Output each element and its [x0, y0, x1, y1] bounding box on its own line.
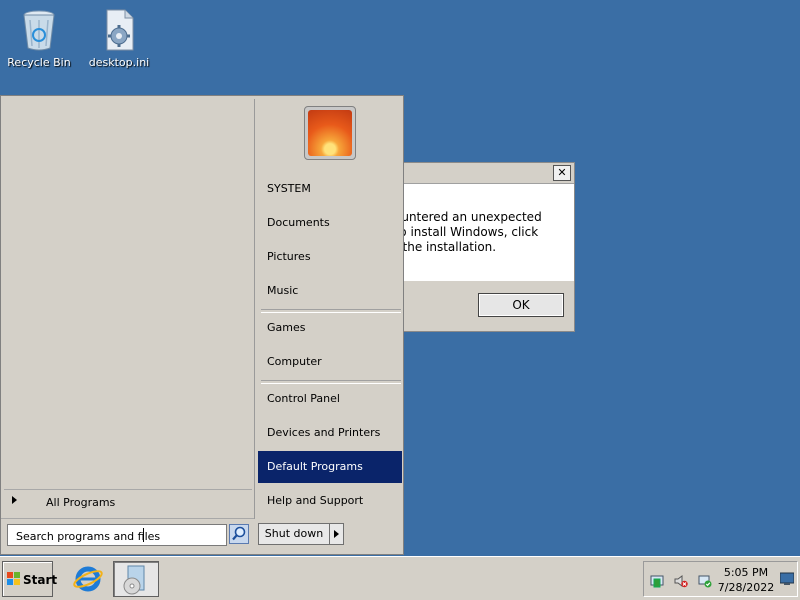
desktop-icon-label: desktop.ini — [88, 56, 150, 69]
chevron-right-icon — [12, 496, 17, 504]
flower-avatar-icon — [308, 110, 352, 156]
i-beam-cursor-icon — [143, 528, 144, 542]
shutdown-button[interactable]: Shut down — [258, 523, 330, 545]
chevron-right-icon — [334, 530, 339, 538]
dialog-message-line: To install Windows, click — [396, 225, 539, 239]
settings-file-icon — [99, 8, 139, 52]
desktop-icon-recycle-bin[interactable]: Recycle Bin — [6, 8, 72, 69]
taskbar-setup[interactable] — [113, 561, 159, 597]
start-menu-places-pane: SYSTEM Documents Pictures Music Games Co… — [258, 96, 403, 516]
start-item-control-panel[interactable]: Control Panel — [258, 383, 402, 415]
start-label: Start — [23, 573, 58, 587]
taskbar-internet-explorer[interactable] — [65, 561, 111, 597]
start-item-music[interactable]: Music — [258, 275, 402, 307]
dialog-message-line: ountered an unexpected — [396, 210, 542, 224]
taskbar-clock[interactable]: 5:05 PM 7/28/2022 — [710, 565, 782, 595]
dialog-titlebar[interactable]: ✕ — [396, 163, 574, 184]
start-menu-programs-pane — [4, 99, 254, 516]
search-input[interactable] — [14, 526, 218, 546]
all-programs-button[interactable]: All Programs — [4, 489, 252, 514]
user-avatar[interactable] — [304, 106, 356, 160]
dialog-message: ountered an unexpected To install Window… — [396, 210, 542, 255]
start-item-default-programs[interactable]: Default Programs — [258, 451, 402, 483]
recycle-bin-icon — [19, 8, 59, 52]
windows-logo-icon — [7, 572, 20, 585]
ok-button[interactable]: OK — [478, 293, 564, 317]
internet-explorer-icon — [73, 566, 103, 592]
start-item-computer[interactable]: Computer — [258, 346, 402, 378]
taskbar: Start 5:05 PM 7/28/2022 — [0, 556, 800, 600]
start-item-devices-and-printers[interactable]: Devices and Printers — [258, 417, 402, 449]
shutdown-options-button[interactable] — [330, 523, 344, 545]
volume-muted-icon[interactable] — [674, 574, 688, 588]
start-item-system[interactable]: SYSTEM — [258, 173, 402, 205]
search-box[interactable] — [7, 524, 227, 546]
start-item-documents[interactable]: Documents — [258, 207, 402, 239]
all-programs-label: All Programs — [46, 496, 116, 509]
dialog-close-button[interactable]: ✕ — [553, 165, 571, 181]
desktop-icon-label: Recycle Bin — [7, 56, 71, 69]
start-menu: All Programs SYSTEM Documents Pictures M… — [0, 95, 404, 555]
dialog-message-line: t the installation. — [396, 240, 497, 254]
start-item-games[interactable]: Games — [258, 312, 402, 344]
pane-divider — [254, 99, 255, 519]
clock-time: 5:05 PM — [723, 566, 769, 579]
dialog-body: ountered an unexpected To install Window… — [396, 184, 574, 281]
magnifier-icon — [232, 526, 246, 541]
show-desktop-icon[interactable] — [780, 572, 794, 586]
setup-disc-icon — [123, 565, 145, 595]
start-item-help-and-support[interactable]: Help and Support — [258, 485, 402, 517]
system-tray: 5:05 PM 7/28/2022 — [643, 561, 798, 597]
setup-error-dialog: ✕ ountered an unexpected To install Wind… — [395, 162, 575, 332]
search-area — [1, 518, 254, 555]
clock-date: 7/28/2022 — [717, 581, 775, 594]
action-center-icon[interactable] — [650, 574, 664, 588]
desktop-icon-desktop-ini[interactable]: desktop.ini — [86, 8, 152, 69]
start-item-pictures[interactable]: Pictures — [258, 241, 402, 273]
search-button[interactable] — [229, 524, 249, 544]
start-button[interactable]: Start — [2, 561, 57, 597]
